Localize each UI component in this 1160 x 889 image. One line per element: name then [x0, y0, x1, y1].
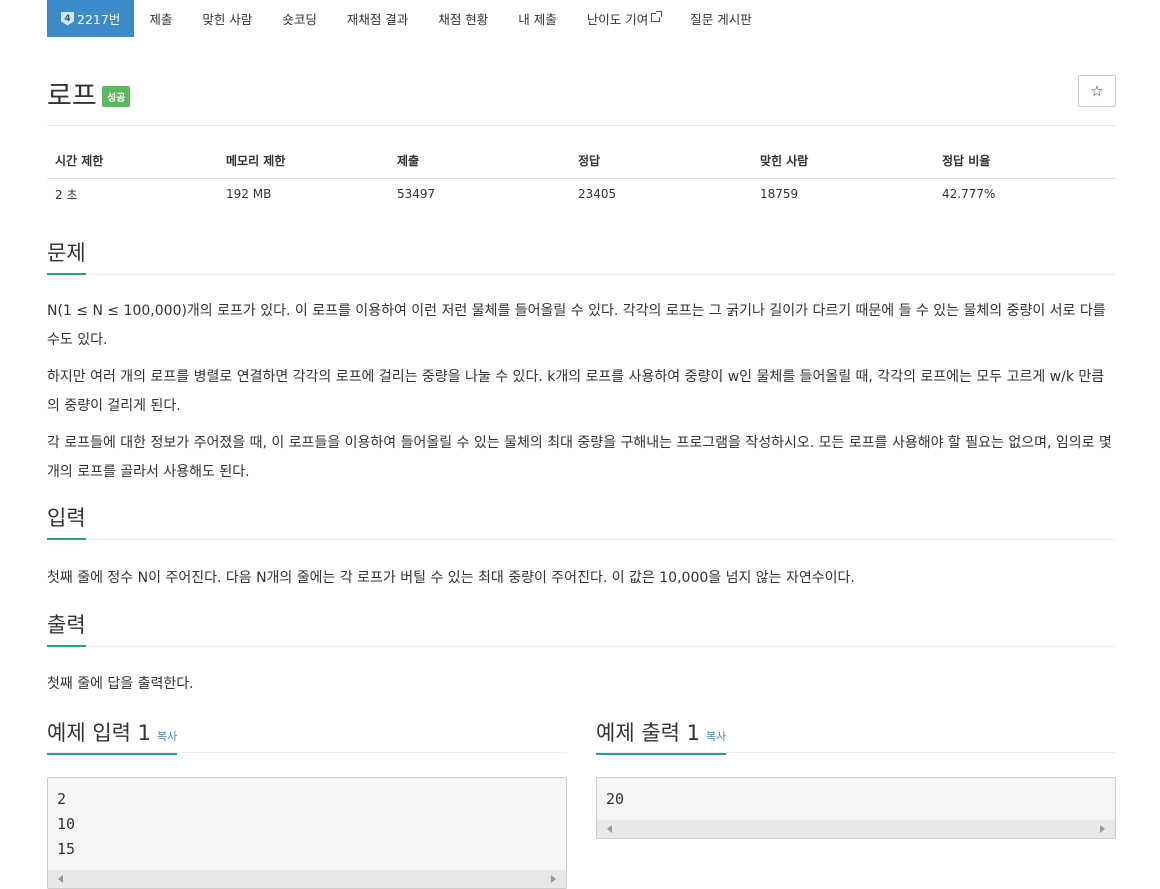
value-accepted: 23405 [578, 187, 617, 202]
nav-short-coding[interactable]: 숏코딩 [267, 0, 332, 37]
value-solvers: 18759 [760, 187, 799, 202]
horizontal-scrollbar[interactable] [597, 820, 1115, 838]
output-heading: 출력 [47, 609, 86, 647]
nav-my-submissions[interactable]: 내 제출 [503, 0, 571, 37]
header-solvers: 맞힌 사람 [752, 143, 934, 179]
nav-difficulty[interactable]: 난이도 기여 [572, 0, 675, 37]
nav-problem-label: 2217번 [77, 12, 121, 27]
table-row: 2 초 192 MB 53497 23405 18759 42.777% [47, 178, 1116, 210]
favorite-button[interactable]: ☆ [1078, 75, 1116, 107]
description-head: 문제 [47, 239, 1116, 275]
sample-output-section: 예제 출력 1 복사 20 [596, 717, 1116, 839]
header-submissions: 제출 [389, 143, 570, 179]
output-head: 출력 [47, 611, 1116, 647]
description-paragraph: N(1 ≤ N ≤ 100,000)개의 로프가 있다. 이 로프를 이용하여 … [47, 303, 1106, 348]
horizontal-scrollbar[interactable] [48, 870, 566, 888]
copy-output-button[interactable]: 복사 [706, 730, 726, 743]
sample-input-heading: 예제 입력 1 복사 [47, 717, 178, 755]
description-heading: 문제 [47, 237, 86, 275]
sample-input-title: 예제 입력 1 [47, 721, 151, 745]
value-submissions: 53497 [397, 187, 436, 202]
value-time-limit: 2 초 [55, 187, 78, 202]
header-time-limit: 시간 제한 [47, 143, 218, 179]
nav-difficulty-label: 난이도 기여 [586, 12, 649, 27]
input-head: 입력 [47, 504, 1116, 540]
nav-solvers[interactable]: 맞힌 사람 [187, 0, 267, 37]
sample-output-heading: 예제 출력 1 복사 [596, 717, 727, 755]
sample-input-box: 2 10 15 [47, 777, 567, 889]
nav-problem[interactable]: 4 2217번 [47, 0, 135, 37]
sample-input-section: 예제 입력 1 복사 2 10 15 [47, 717, 567, 889]
problem-header: 로프 성공 ☆ [47, 72, 1116, 126]
sample-output-text: 20 [606, 790, 625, 808]
sample-output-head: 예제 출력 1 복사 [596, 717, 1116, 755]
sample-output-title: 예제 출력 1 [596, 721, 700, 745]
nav-rejudge[interactable]: 재채점 결과 [332, 0, 423, 37]
sample-input-text: 2 10 15 [57, 790, 76, 858]
header-accepted: 정답 [570, 143, 752, 179]
problem-nav: 4 2217번 제출 맞힌 사람 숏코딩 재채점 결과 채점 현황 내 제출 난… [47, 0, 767, 37]
description-paragraph: 하지만 여러 개의 로프를 병렬로 연결하면 각각의 로프에 걸리는 중량을 나… [47, 369, 1105, 414]
nav-submit[interactable]: 제출 [134, 0, 187, 37]
copy-input-button[interactable]: 복사 [157, 730, 177, 743]
status-badge: 성공 [102, 86, 131, 107]
tier-badge-icon: 4 [61, 11, 74, 26]
nav-qna-board[interactable]: 질문 게시판 [675, 0, 766, 37]
input-section: 입력 첫째 줄에 정수 N이 주어진다. 다음 N개의 줄에는 각 로프가 버틸… [47, 504, 1116, 593]
nav-status[interactable]: 채점 현황 [423, 0, 503, 37]
value-memory-limit: 192 MB [226, 187, 272, 202]
value-ratio: 42.777% [942, 187, 996, 202]
header-ratio: 정답 비율 [934, 143, 1116, 179]
star-icon: ☆ [1090, 82, 1104, 100]
table-header-row: 시간 제한 메모리 제한 제출 정답 맞힌 사람 정답 비율 [47, 143, 1116, 179]
external-link-icon [651, 11, 663, 22]
header-memory-limit: 메모리 제한 [218, 143, 389, 179]
sample-output-box: 20 [596, 777, 1116, 839]
problem-info-table: 시간 제한 메모리 제한 제출 정답 맞힌 사람 정답 비율 2 초 192 M… [47, 143, 1116, 210]
input-text: 첫째 줄에 정수 N이 주어진다. 다음 N개의 줄에는 각 로프가 버틸 수 … [47, 570, 855, 586]
description-section: 문제 N(1 ≤ N ≤ 100,000)개의 로프가 있다. 이 로프를 이용… [47, 239, 1116, 487]
sample-input-head: 예제 입력 1 복사 [47, 717, 567, 755]
description-paragraph: 각 로프들에 대한 정보가 주어졌을 때, 이 로프들을 이용하여 들어올릴 수… [47, 435, 1112, 480]
output-section: 출력 첫째 줄에 답을 출력한다. [47, 611, 1116, 699]
problem-title: 로프 [47, 81, 97, 112]
input-heading: 입력 [47, 502, 86, 540]
output-text: 첫째 줄에 답을 출력한다. [47, 676, 194, 692]
